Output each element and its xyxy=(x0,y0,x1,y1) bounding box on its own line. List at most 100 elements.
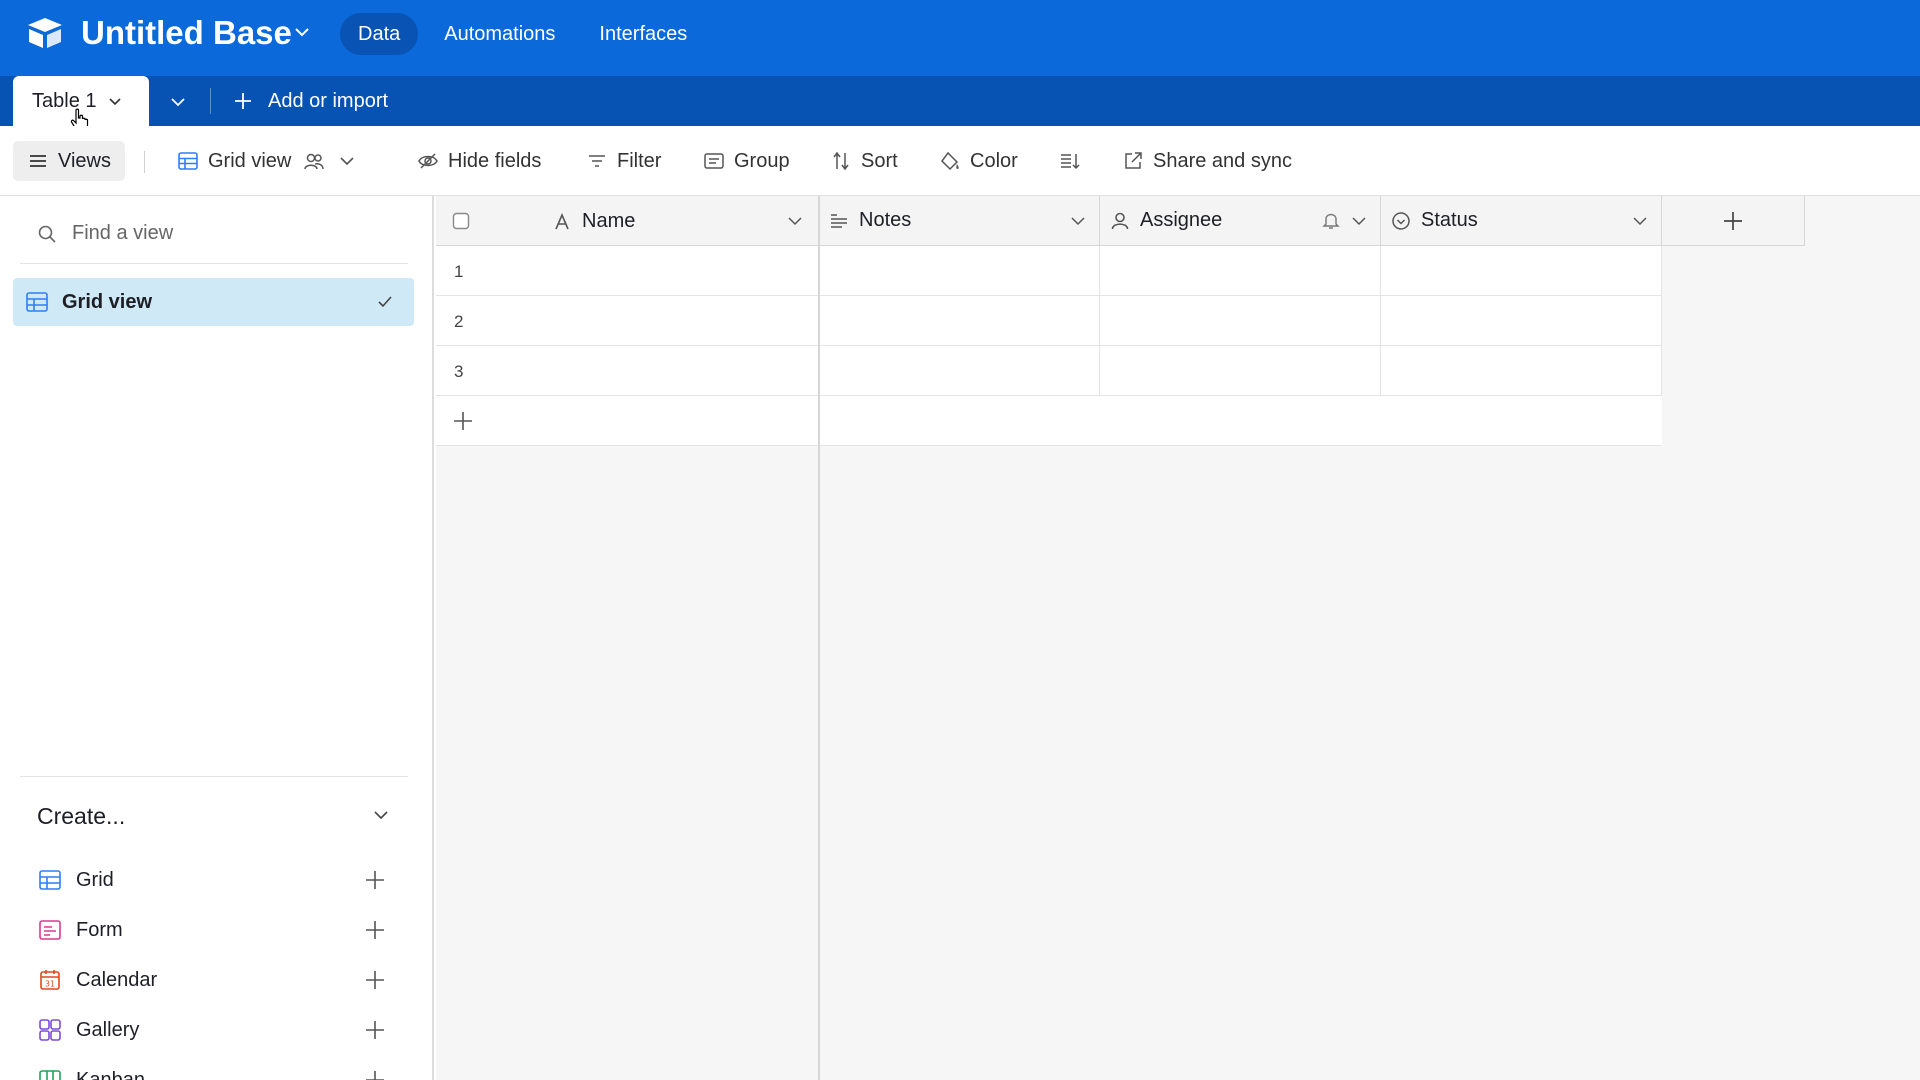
column-header-status[interactable]: Status xyxy=(1381,196,1662,246)
create-calendar-item[interactable]: 31 Calendar xyxy=(38,965,398,995)
search-divider xyxy=(20,263,408,264)
create-grid-label: Grid xyxy=(76,868,114,891)
plus-icon[interactable] xyxy=(364,1019,386,1041)
chevron-down-icon[interactable] xyxy=(1350,212,1368,230)
group-label: Group xyxy=(734,149,790,172)
calendar-icon: 31 xyxy=(40,970,60,990)
chevron-down-icon[interactable] xyxy=(786,212,804,230)
table-tab-bar: Table 1 Add or import xyxy=(0,76,1920,126)
add-or-import-label: Add or import xyxy=(268,89,389,112)
hide-fields-label: Hide fields xyxy=(448,149,542,172)
column-header-notes[interactable]: Notes xyxy=(819,196,1100,246)
views-label: Views xyxy=(58,149,111,172)
filter-button[interactable]: Filter xyxy=(586,141,661,181)
add-field-button[interactable] xyxy=(1662,196,1805,246)
create-gallery-item[interactable]: Gallery xyxy=(38,1015,398,1045)
base-logo-icon[interactable] xyxy=(26,16,64,50)
all-tables-chevron-icon[interactable] xyxy=(168,92,188,112)
row-height-button[interactable] xyxy=(1059,141,1090,181)
sort-button[interactable]: Sort xyxy=(830,141,898,181)
group-icon xyxy=(704,153,724,169)
color-button[interactable]: Color xyxy=(939,141,1018,181)
paint-bucket-icon xyxy=(941,151,959,171)
view-toolbar: Views Grid view Hide fields Filter Group… xyxy=(0,126,1920,196)
base-title[interactable]: Untitled Base xyxy=(81,14,292,52)
nav-automations[interactable]: Automations xyxy=(426,13,573,55)
plus-icon[interactable] xyxy=(364,969,386,991)
column-notes-label: Notes xyxy=(859,209,912,231)
form-icon xyxy=(39,920,61,940)
find-view-placeholder: Find a view xyxy=(72,222,174,244)
external-share-icon xyxy=(1125,152,1142,169)
column-status-label: Status xyxy=(1421,209,1478,231)
column-name-label: Name xyxy=(582,210,636,232)
status-icon xyxy=(1392,211,1410,230)
chevron-down-icon[interactable] xyxy=(1631,212,1649,230)
notes-cell[interactable] xyxy=(819,346,1100,396)
sort-label: Sort xyxy=(861,149,898,172)
user-icon xyxy=(1111,212,1129,229)
assignee-cell[interactable] xyxy=(1100,246,1381,296)
bell-icon[interactable] xyxy=(1321,210,1341,230)
create-kanban-item[interactable]: Kanban xyxy=(38,1065,398,1080)
create-gallery-label: Gallery xyxy=(76,1018,140,1041)
create-section-title[interactable]: Create... xyxy=(37,803,125,830)
add-row-button[interactable] xyxy=(436,396,1662,446)
views-sidebar: Find a view Grid view Create... Grid For… xyxy=(0,196,434,1080)
plus-icon[interactable] xyxy=(364,869,386,891)
assignee-cell[interactable] xyxy=(1100,296,1381,346)
table-row[interactable]: 1 xyxy=(436,246,1662,296)
chevron-down-icon[interactable] xyxy=(292,22,312,42)
eye-slash-icon xyxy=(418,153,438,169)
gallery-icon xyxy=(39,1019,61,1041)
row-number: 3 xyxy=(454,362,464,381)
row-number: 1 xyxy=(454,262,464,281)
status-cell[interactable] xyxy=(1381,346,1662,396)
chevron-down-icon[interactable] xyxy=(1069,212,1087,230)
column-header-assignee[interactable]: Assignee xyxy=(1100,196,1381,246)
grid-view-icon xyxy=(178,152,198,170)
column-header-name[interactable]: Name xyxy=(552,210,635,233)
sidebar-view-grid-view[interactable]: Grid view xyxy=(13,278,414,326)
find-view-search[interactable]: Find a view xyxy=(36,222,173,245)
table-row[interactable]: 3 xyxy=(436,346,1662,396)
view-switcher-button[interactable]: Grid view xyxy=(177,141,365,181)
chevron-down-icon[interactable] xyxy=(338,152,356,170)
plus-icon xyxy=(454,412,472,430)
chevron-down-icon[interactable] xyxy=(107,93,123,109)
app-header: Untitled Base Data Automations Interface… xyxy=(0,0,1920,76)
notes-cell[interactable] xyxy=(819,246,1100,296)
table-row[interactable]: 2 xyxy=(436,296,1662,346)
create-grid-item[interactable]: Grid xyxy=(38,865,398,895)
sidebar-view-label: Grid view xyxy=(62,290,153,313)
search-icon xyxy=(38,225,56,243)
primary-cell[interactable]: 3 xyxy=(436,346,819,396)
create-divider xyxy=(20,776,408,777)
primary-cell[interactable]: 2 xyxy=(436,296,819,346)
select-all-checkbox[interactable] xyxy=(452,212,470,230)
nav-interfaces[interactable]: Interfaces xyxy=(581,13,705,55)
share-and-sync-button[interactable]: Share and sync xyxy=(1122,141,1292,181)
sort-icon xyxy=(833,151,849,171)
notes-cell[interactable] xyxy=(819,296,1100,346)
create-form-item[interactable]: Form xyxy=(38,915,398,945)
assignee-cell[interactable] xyxy=(1100,346,1381,396)
status-cell[interactable] xyxy=(1381,246,1662,296)
status-cell[interactable] xyxy=(1381,296,1662,346)
header-primary-cell: Name xyxy=(436,196,819,246)
plus-icon[interactable] xyxy=(364,1069,386,1080)
create-kanban-label: Kanban xyxy=(76,1068,145,1080)
create-calendar-label: Calendar xyxy=(76,968,158,991)
chevron-down-icon[interactable] xyxy=(372,806,390,824)
primary-column-divider xyxy=(818,196,820,1080)
group-button[interactable]: Group xyxy=(703,141,790,181)
long-text-icon xyxy=(831,213,847,228)
views-toggle-button[interactable]: Views xyxy=(13,141,125,181)
collaborators-icon xyxy=(304,153,325,170)
primary-cell[interactable]: 1 xyxy=(436,246,819,296)
nav-data[interactable]: Data xyxy=(340,13,419,55)
hide-fields-button[interactable]: Hide fields xyxy=(417,141,541,181)
column-assignee-label: Assignee xyxy=(1140,209,1223,231)
plus-icon[interactable] xyxy=(364,919,386,941)
add-or-import-button[interactable]: Add or import xyxy=(232,76,388,126)
